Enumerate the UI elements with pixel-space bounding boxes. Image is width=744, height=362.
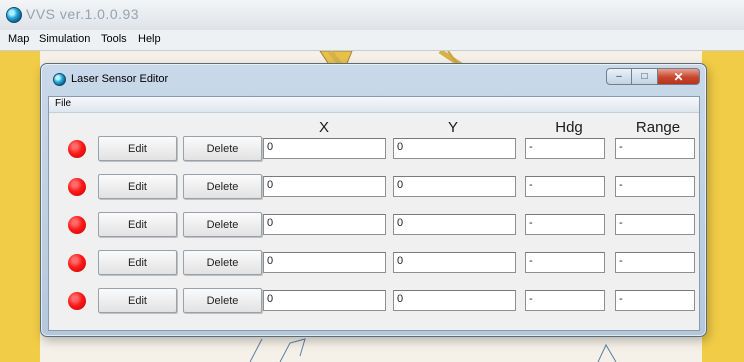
status-led-icon <box>68 216 86 234</box>
app-titlebar: VVS ver.1.0.0.93 <box>0 0 744 31</box>
hdg-field[interactable]: - <box>525 252 605 273</box>
sensor-row: Edit Delete 0 0 - - <box>49 136 699 164</box>
sensor-row: Edit Delete 0 0 - - <box>49 174 699 202</box>
hdg-field[interactable]: - <box>525 290 605 311</box>
sensor-row: Edit Delete 0 0 - - <box>49 250 699 278</box>
dialog-title: Laser Sensor Editor <box>71 73 169 85</box>
y-field[interactable]: 0 <box>393 214 516 235</box>
sensor-row: Edit Delete 0 0 - - <box>49 212 699 240</box>
app-title: VVS ver.1.0.0.93 <box>26 6 140 22</box>
column-header-range: Range <box>635 119 681 136</box>
maximize-icon: □ <box>641 71 648 82</box>
map-shoreline <box>279 338 306 362</box>
delete-button[interactable]: Delete <box>183 250 262 275</box>
laser-sensor-editor-dialog: Laser Sensor Editor – □ ✕ File X Y Hdg R… <box>40 63 707 337</box>
status-led-icon <box>68 292 86 310</box>
x-field[interactable]: 0 <box>263 214 386 235</box>
x-field[interactable]: 0 <box>263 138 386 159</box>
column-header-y: Y <box>447 119 458 136</box>
edit-button[interactable]: Edit <box>98 288 177 313</box>
hdg-field[interactable]: - <box>525 214 605 235</box>
minimize-button[interactable]: – <box>606 68 632 85</box>
status-led-icon <box>68 140 86 158</box>
delete-button[interactable]: Delete <box>183 288 262 313</box>
edit-button[interactable]: Edit <box>98 174 177 199</box>
edit-button[interactable]: Edit <box>98 212 177 237</box>
status-led-icon <box>68 254 86 272</box>
map-shoreline-2 <box>249 338 263 362</box>
y-field[interactable]: 0 <box>393 290 516 311</box>
menu-simulation[interactable]: Simulation <box>39 33 90 45</box>
range-field[interactable]: - <box>615 214 695 235</box>
delete-button[interactable]: Delete <box>183 212 262 237</box>
edit-button[interactable]: Edit <box>98 136 177 161</box>
minimize-icon: – <box>616 71 622 82</box>
window-controls: – □ ✕ <box>606 68 700 86</box>
x-field[interactable]: 0 <box>263 252 386 273</box>
delete-button[interactable]: Delete <box>183 136 262 161</box>
app-menubar: Map Simulation Tools Help <box>0 30 744 51</box>
hdg-field[interactable]: - <box>525 138 605 159</box>
dialog-client-area: File X Y Hdg Range Edit Delete 0 0 - - E… <box>48 96 700 331</box>
app-globe-icon <box>6 7 22 23</box>
range-field[interactable]: - <box>615 290 695 311</box>
range-field[interactable]: - <box>615 176 695 197</box>
hdg-field[interactable]: - <box>525 176 605 197</box>
maximize-button[interactable]: □ <box>632 68 658 85</box>
x-field[interactable]: 0 <box>263 290 386 311</box>
menu-tools[interactable]: Tools <box>101 33 127 45</box>
close-icon: ✕ <box>673 69 684 84</box>
menu-file[interactable]: File <box>55 98 71 109</box>
close-button[interactable]: ✕ <box>658 68 700 85</box>
y-field[interactable]: 0 <box>393 252 516 273</box>
map-shoreline-3 <box>597 343 617 362</box>
range-field[interactable]: - <box>615 138 695 159</box>
edit-button[interactable]: Edit <box>98 250 177 275</box>
status-led-icon <box>68 178 86 196</box>
column-header-x: X <box>318 119 329 136</box>
sensor-row: Edit Delete 0 0 - - <box>49 288 699 316</box>
menu-map[interactable]: Map <box>8 33 29 45</box>
dialog-menubar: File <box>49 97 699 113</box>
column-header-hdg: Hdg <box>555 119 583 136</box>
dialog-globe-icon <box>53 73 66 86</box>
delete-button[interactable]: Delete <box>183 174 262 199</box>
range-field[interactable]: - <box>615 252 695 273</box>
menu-help[interactable]: Help <box>138 33 161 45</box>
y-field[interactable]: 0 <box>393 138 516 159</box>
y-field[interactable]: 0 <box>393 176 516 197</box>
dialog-titlebar[interactable]: Laser Sensor Editor – □ ✕ <box>41 64 706 94</box>
x-field[interactable]: 0 <box>263 176 386 197</box>
